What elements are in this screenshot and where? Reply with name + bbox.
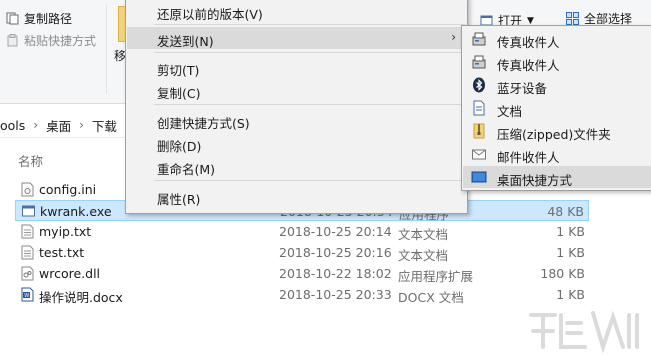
- ini-file-icon: [21, 182, 34, 197]
- submenu-item-mail-recipient[interactable]: 邮件收件人: [463, 143, 651, 165]
- file-name: wrcore.dll: [39, 266, 101, 281]
- file-name: myip.txt: [39, 224, 92, 239]
- menu-separator: [154, 52, 465, 53]
- docx-file-icon: W: [21, 287, 34, 302]
- submenu-item-desktop-shortcut[interactable]: 桌面快捷方式: [463, 166, 651, 188]
- zip-folder-icon: [473, 123, 485, 139]
- file-size: 1 KB: [556, 245, 585, 260]
- menu-item-label: 还原以前的版本(V): [157, 7, 263, 22]
- watermark-logo: [529, 310, 639, 353]
- file-date: 2018-10-22 18:02: [279, 266, 392, 281]
- exe-file-icon: [22, 205, 35, 217]
- file-size: 1 KB: [556, 224, 585, 239]
- menu-separator: [154, 180, 465, 181]
- column-header-name[interactable]: 名称: [18, 151, 43, 170]
- file-date: 2018-10-25 20:33: [279, 287, 392, 302]
- txt-file-icon: [21, 224, 34, 239]
- file-type: 应用程序扩展: [398, 269, 474, 284]
- submenu-item-bluetooth[interactable]: 蓝牙设备: [463, 74, 651, 96]
- breadcrumb-item-desktop[interactable]: 桌面: [46, 116, 71, 135]
- breadcrumb-item-tools[interactable]: ools: [0, 118, 25, 133]
- table-row[interactable]: test.txt 2018-10-25 20:16 文本文档 1 KB: [15, 242, 589, 263]
- copy-path-label: 复制路径: [24, 12, 73, 26]
- copy-path-button[interactable]: 复制路径: [6, 10, 72, 27]
- submenu-item-label: 传真收件人: [497, 35, 560, 50]
- file-type: 文本文档: [398, 227, 449, 242]
- file-name: 操作说明.docx: [39, 290, 123, 305]
- dll-file-icon: [21, 266, 34, 281]
- menu-item-properties[interactable]: 属性(R): [127, 185, 466, 207]
- file-name: kwrank.exe: [40, 204, 112, 219]
- desktop-icon: [471, 171, 487, 183]
- file-size: 1 KB: [556, 287, 585, 302]
- table-row[interactable]: W 操作说明.docx 2018-10-25 20:33 DOCX 文档 1 K…: [15, 284, 589, 305]
- menu-item-rename[interactable]: 重命名(M): [127, 155, 466, 177]
- chevron-right-icon[interactable]: ›: [79, 118, 84, 132]
- file-type: DOCX 文档: [398, 290, 464, 305]
- file-type: 文本文档: [398, 248, 449, 263]
- fax-icon: [472, 55, 486, 69]
- file-name: test.txt: [39, 245, 85, 260]
- menu-item-delete[interactable]: 删除(D): [127, 132, 466, 154]
- menu-item-restore-previous[interactable]: 还原以前的版本(V): [127, 0, 466, 22]
- submenu-item-label: 文档: [497, 104, 523, 119]
- submenu-item-label: 传真收件人: [497, 58, 560, 73]
- menu-item-label: 删除(D): [157, 139, 202, 154]
- select-all-icon: [566, 12, 579, 25]
- submenu-item-label: 蓝牙设备: [497, 81, 548, 96]
- menu-separator: [154, 104, 465, 105]
- menu-item-label: 创建快捷方式(S): [157, 116, 250, 131]
- submenu-item-documents[interactable]: 文档: [463, 97, 651, 119]
- file-date: 2018-10-25 20:14: [279, 224, 392, 239]
- fax-icon: [472, 32, 486, 46]
- file-name: config.ini: [39, 182, 97, 197]
- svg-text:W: W: [24, 293, 29, 299]
- menu-separator: [154, 24, 465, 25]
- menu-item-label: 发送到(N): [157, 34, 214, 49]
- menu-item-copy[interactable]: 复制(C): [127, 79, 466, 101]
- menu-item-cut[interactable]: 剪切(T): [127, 56, 466, 78]
- paste-shortcut-button[interactable]: 粘贴快捷方式: [6, 32, 96, 49]
- send-to-submenu: 传真收件人 传真收件人 蓝牙设备 文档 压缩(zipped)文件夹 邮件收件人 …: [461, 25, 651, 191]
- submenu-item-zip-folder[interactable]: 压缩(zipped)文件夹: [463, 120, 651, 142]
- file-date: 2018-10-25 20:16: [279, 245, 392, 260]
- bluetooth-icon: [473, 77, 485, 93]
- table-row[interactable]: wrcore.dll 2018-10-22 18:02 应用程序扩展 180 K…: [15, 263, 589, 284]
- submenu-item-fax-recipient[interactable]: 传真收件人: [463, 51, 651, 73]
- file-size: 48 KB: [547, 204, 584, 219]
- menu-item-label: 复制(C): [157, 86, 201, 101]
- submenu-item-label: 邮件收件人: [497, 150, 560, 165]
- submenu-item-fax-recipient[interactable]: 传真收件人: [463, 28, 651, 50]
- chevron-right-icon[interactable]: ›: [33, 118, 38, 132]
- submenu-item-label: 压缩(zipped)文件夹: [497, 127, 611, 142]
- submenu-item-label: 桌面快捷方式: [497, 173, 573, 188]
- menu-item-label: 剪切(T): [157, 63, 200, 78]
- mail-icon: [472, 149, 486, 160]
- menu-item-send-to[interactable]: 发送到(N) ›: [127, 27, 466, 49]
- menu-item-label: 属性(R): [157, 192, 201, 207]
- txt-file-icon: [21, 245, 34, 260]
- menu-item-create-shortcut[interactable]: 创建快捷方式(S): [127, 109, 466, 131]
- table-row[interactable]: myip.txt 2018-10-25 20:14 文本文档 1 KB: [15, 221, 589, 242]
- paste-icon: [7, 34, 18, 47]
- copy-path-icon: [6, 12, 19, 25]
- chevron-right-icon: ›: [451, 30, 456, 44]
- paste-shortcut-label: 粘贴快捷方式: [24, 34, 97, 48]
- menu-item-label: 重命名(M): [157, 162, 216, 177]
- context-menu: 还原以前的版本(V) 发送到(N) › 剪切(T) 复制(C) 创建快捷方式(S…: [125, 0, 468, 214]
- documents-icon: [473, 100, 485, 116]
- chevron-down-icon: ▼: [527, 15, 534, 26]
- ribbon-separator: [106, 4, 107, 94]
- file-size: 180 KB: [540, 266, 585, 281]
- breadcrumb-item-downloads[interactable]: 下载: [92, 116, 117, 135]
